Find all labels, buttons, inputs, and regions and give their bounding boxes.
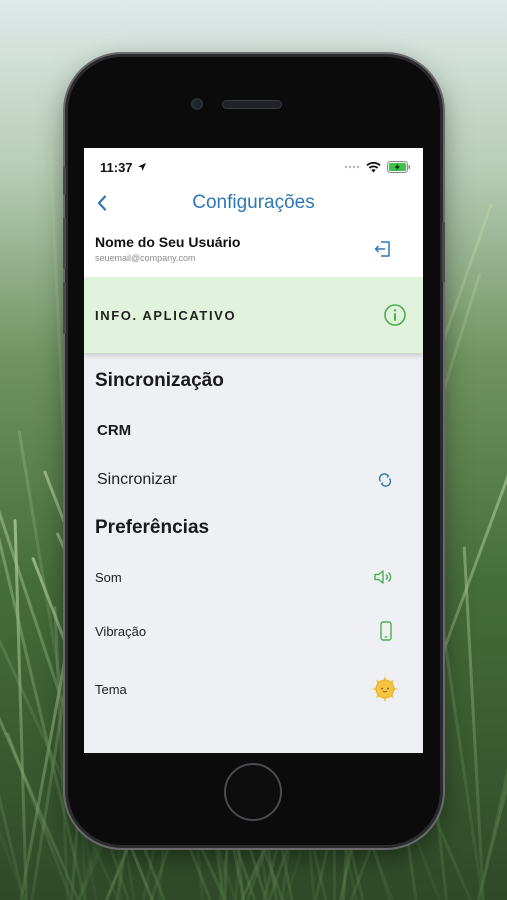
sun-theme-icon [371, 675, 399, 703]
front-camera [191, 98, 203, 110]
sync-arrows-icon [377, 472, 393, 488]
sync-label: Sincronizar [97, 471, 178, 488]
signal-icon [344, 164, 360, 170]
sync-row[interactable]: Sincronizar [84, 471, 423, 489]
volume-up-button [63, 217, 66, 269]
vibration-label: Vibração [95, 623, 147, 639]
volume-down-button [63, 282, 66, 334]
info-circle-icon [383, 303, 407, 327]
theme-label: Tema [95, 681, 127, 697]
vibration-row[interactable]: Vibração [84, 621, 423, 641]
page-title: Configurações [192, 192, 315, 213]
app-info-row[interactable]: INFO. APLICATIVO [84, 277, 423, 353]
battery-charging-icon [387, 161, 411, 173]
app-screen: 11:37 Configurações Nome do Seu Usuário … [84, 148, 423, 753]
location-arrow-icon [137, 162, 147, 172]
status-bar: 11:37 [84, 148, 423, 186]
user-name: Nome do Seu Usuário [95, 234, 241, 250]
back-button[interactable] [92, 192, 112, 214]
wifi-icon [366, 161, 381, 173]
phone-vibrate-icon [379, 621, 393, 641]
preferences-section-title: Preferências [95, 517, 210, 538]
logout-icon[interactable] [373, 239, 393, 259]
user-email: seuemail@company.com [95, 253, 196, 263]
sound-row[interactable]: Som [84, 569, 423, 585]
chevron-left-icon [97, 195, 107, 211]
status-time: 11:37 [100, 159, 133, 175]
phone-frame: 11:37 Configurações Nome do Seu Usuário … [63, 57, 445, 845]
home-button[interactable] [224, 763, 282, 821]
theme-row[interactable]: Tema [84, 675, 423, 703]
crm-label: CRM [97, 422, 132, 439]
sound-label: Som [95, 569, 122, 585]
user-profile-row: Nome do Seu Usuário seuemail@company.com [84, 220, 423, 277]
navigation-bar: Configurações [84, 186, 423, 220]
speaker-icon [373, 569, 393, 585]
mute-switch [63, 167, 66, 195]
app-info-label: INFO. APLICATIVO [95, 307, 237, 323]
power-button [442, 222, 445, 282]
sync-section-title: Sincronização [95, 370, 224, 391]
earpiece-speaker [222, 100, 282, 109]
